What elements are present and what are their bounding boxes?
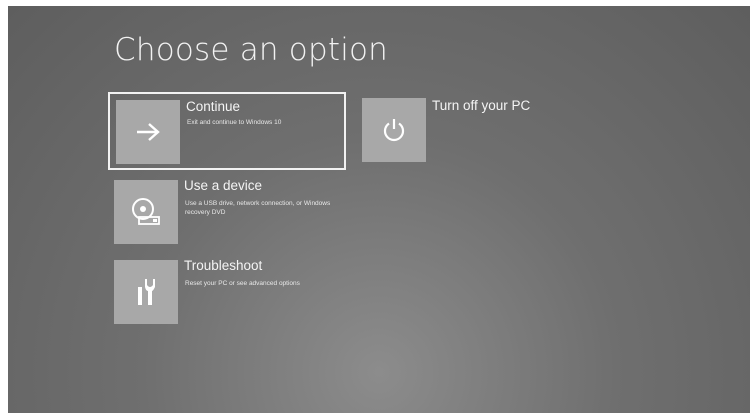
arrow-right-icon [137, 123, 160, 141]
continue-label: Continue [186, 99, 241, 114]
troubleshoot-description: Reset your PC or see advanced options [185, 280, 300, 287]
use-device-option[interactable]: Use a device Use a USB drive, network co… [114, 178, 354, 244]
turn-off-option[interactable]: Turn off your PC [362, 96, 562, 162]
page-title: Choose an option [114, 32, 389, 68]
troubleshoot-option[interactable]: Troubleshoot Reset your PC or see advanc… [114, 258, 354, 324]
recovery-screen: Choose an option Continue Exit and conti… [8, 6, 750, 413]
power-icon [383, 119, 405, 142]
troubleshoot-label: Troubleshoot [184, 258, 263, 273]
troubleshoot-icon-box [114, 260, 178, 324]
use-device-label: Use a device [184, 178, 263, 193]
tools-icon [138, 279, 155, 305]
use-device-icon-box [114, 180, 178, 244]
turn-off-label: Turn off your PC [432, 98, 531, 113]
continue-option[interactable]: Continue Exit and continue to Windows 10 [108, 92, 346, 170]
turn-off-icon-box [362, 98, 426, 162]
continue-icon-box [116, 100, 180, 164]
photo-frame: Choose an option Continue Exit and conti… [0, 0, 750, 419]
disc-drive-icon [132, 198, 160, 225]
continue-description: Exit and continue to Windows 10 [187, 119, 282, 126]
use-device-description: Use a USB drive, network connection, or … [185, 200, 331, 216]
